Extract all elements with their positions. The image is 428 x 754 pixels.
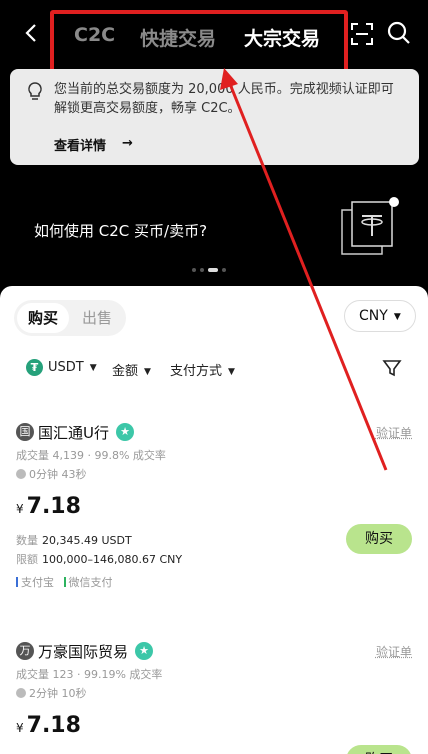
buy-tab[interactable]: 购买 <box>17 303 69 333</box>
merchant-name[interactable]: 国汇通U行 <box>38 422 109 443</box>
tab-c2c[interactable]: C2C <box>74 24 115 46</box>
avatar: 万 <box>16 642 34 660</box>
clock-icon <box>16 688 26 698</box>
caret-down-icon: ▼ <box>228 367 235 377</box>
alipay-marker <box>16 577 18 587</box>
limit-notice: 您当前的总交易额度为 20,000 人民币。完成视频认证即可解锁更高交易额度，畅… <box>10 69 419 165</box>
price: ¥7.18 <box>16 713 81 738</box>
price-value: 7.18 <box>26 494 81 519</box>
quantity-value: 20,345.49 USDT <box>42 534 132 547</box>
caret-down-icon: ▼ <box>144 367 151 377</box>
currency-symbol: ¥ <box>16 502 24 516</box>
quantity-label: 数量 <box>16 534 38 547</box>
quantity-row: 数量 20,345.49 USDT <box>16 532 132 548</box>
offer-card: 国 国汇通U行 ★ 验证单 成交量 4,139 · 99.8% 成交率 0分钟 … <box>16 422 416 622</box>
buy-button[interactable]: 购买 <box>346 524 412 554</box>
amount-filter[interactable]: 金额 ▼ <box>112 360 151 379</box>
caret-down-icon: ▼ <box>393 312 401 322</box>
payment-method: 支付宝 <box>21 576 54 589</box>
response-time-value: 2分钟 10秒 <box>29 687 87 700</box>
merchant-name[interactable]: 万豪国际贸易 <box>38 641 128 662</box>
tutorial-banner[interactable]: 如何使用 C2C 买币/卖币? <box>0 170 428 282</box>
tab-group: C2C 快捷交易 大宗交易 <box>50 10 348 74</box>
carousel-dot <box>222 268 226 272</box>
tab-block-trade[interactable]: 大宗交易 <box>244 24 320 51</box>
price: ¥7.18 <box>16 494 81 519</box>
tether-card-icon <box>341 197 399 255</box>
carousel-dot <box>200 268 204 272</box>
response-time: 2分钟 10秒 <box>16 685 87 701</box>
buy-button[interactable]: 购买 <box>346 745 412 754</box>
lightbulb-icon <box>28 82 42 100</box>
sell-tab[interactable]: 出售 <box>82 303 112 333</box>
offer-panel: 购买 出售 CNY ▼ ₮ USDT ▼ 金额 ▼ 支付方式 ▼ 国 国汇通U行 ★ 验… <box>0 286 428 754</box>
buy-sell-toggle: 购买 出售 <box>14 300 126 336</box>
currency-selector[interactable]: CNY ▼ <box>344 300 416 332</box>
price-value: 7.18 <box>26 713 81 738</box>
payment-filter[interactable]: 支付方式 ▼ <box>170 360 235 379</box>
back-icon[interactable] <box>20 18 44 48</box>
payment-filter-label: 支付方式 <box>170 364 223 379</box>
verified-badge-icon: ★ <box>116 423 134 441</box>
arrow-right-icon[interactable]: → <box>122 136 133 151</box>
filter-bar: ₮ USDT ▼ 金额 ▼ 支付方式 ▼ <box>26 358 416 380</box>
caret-down-icon: ▼ <box>89 363 97 373</box>
filter-icon[interactable] <box>382 358 402 378</box>
carousel-dot <box>192 268 196 272</box>
payment-methods: 支付宝 微信支付 <box>16 574 113 590</box>
top-bar: C2C 快捷交易 大宗交易 <box>0 0 428 74</box>
limit-value: 100,000–146,080.67 CNY <box>42 553 183 566</box>
scan-icon[interactable] <box>350 22 374 46</box>
view-details-link[interactable]: 查看详情 <box>54 135 106 154</box>
currency-value: CNY <box>359 308 388 324</box>
verified-badge-icon: ★ <box>135 642 153 660</box>
clock-icon <box>16 469 26 479</box>
coin-filter-label: USDT <box>48 360 84 375</box>
notice-message: 您当前的总交易额度为 20,000 人民币。完成视频认证即可解锁更高交易额度，畅… <box>54 82 394 116</box>
response-time-value: 0分钟 43秒 <box>29 468 87 481</box>
limit-row: 限额 100,000–146,080.67 CNY <box>16 551 182 567</box>
carousel-dots <box>192 268 230 272</box>
merchant-stats: 成交量 4,139 · 99.8% 成交率 <box>16 449 166 462</box>
carousel-dot-active <box>208 268 218 272</box>
limit-label: 限额 <box>16 553 38 566</box>
currency-symbol: ¥ <box>16 721 24 735</box>
verify-order-link[interactable]: 验证单 <box>376 643 412 660</box>
usdt-coin-icon: ₮ <box>26 359 43 376</box>
merchant-stats: 成交量 123 · 99.19% 成交率 <box>16 668 163 681</box>
response-time: 0分钟 43秒 <box>16 466 87 482</box>
offer-card: 万 万豪国际贸易 ★ 验证单 成交量 123 · 99.19% 成交率 2分钟 … <box>16 641 416 754</box>
payment-method: 微信支付 <box>68 576 113 589</box>
banner-text: 如何使用 C2C 买币/卖币? <box>34 222 208 240</box>
search-icon[interactable] <box>386 20 412 46</box>
coin-filter[interactable]: USDT ▼ <box>48 360 97 375</box>
amount-filter-label: 金额 <box>112 364 139 379</box>
wechat-marker <box>63 577 66 587</box>
tab-quick-trade[interactable]: 快捷交易 <box>140 24 216 51</box>
avatar: 国 <box>16 423 34 441</box>
verify-order-link[interactable]: 验证单 <box>376 424 412 441</box>
